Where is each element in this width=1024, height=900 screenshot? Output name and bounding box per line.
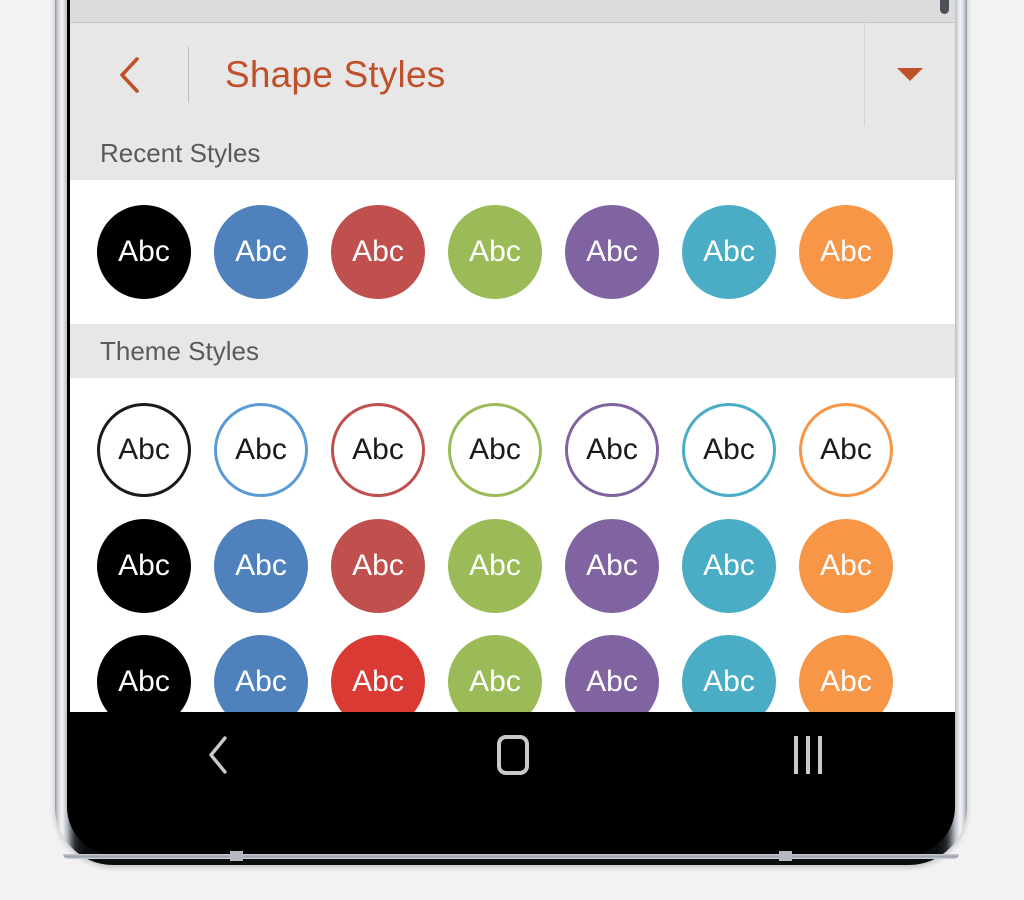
style-chip[interactable]: Abc xyxy=(682,403,776,497)
style-chip-label: Abc xyxy=(820,665,872,698)
style-chip-label: Abc xyxy=(469,665,521,698)
recent-styles-gallery: Abc Abc Abc Abc Abc Abc Abc xyxy=(70,180,955,324)
screenshot-root: Shape Styles Recent Styles Abc Abc Abc A… xyxy=(0,0,1024,900)
style-chip-label: Abc xyxy=(118,549,170,582)
android-navigation-bar xyxy=(70,712,955,797)
page-title: Shape Styles xyxy=(225,53,446,95)
style-chip-label: Abc xyxy=(118,433,170,466)
style-chip-label: Abc xyxy=(118,235,170,268)
style-chip[interactable]: Abc xyxy=(97,403,191,497)
style-chip[interactable]: Abc xyxy=(97,519,191,613)
style-chip[interactable]: Abc xyxy=(682,519,776,613)
style-chip-label: Abc xyxy=(352,433,404,466)
panel-dropdown-button[interactable] xyxy=(865,23,955,126)
style-chip-label: Abc xyxy=(586,665,638,698)
style-chip-label: Abc xyxy=(469,549,521,582)
back-icon xyxy=(208,735,227,774)
style-chip-label: Abc xyxy=(235,433,287,466)
style-chip[interactable]: Abc xyxy=(448,519,542,613)
style-chip-label: Abc xyxy=(703,235,755,268)
section-label-text: Theme Styles xyxy=(100,335,259,366)
theme-styles-gallery: Abc Abc Abc Abc Abc Abc Abc Abc Abc Abc … xyxy=(70,378,955,740)
style-chip-label: Abc xyxy=(469,433,521,466)
style-chip-label: Abc xyxy=(586,433,638,466)
style-chip-label: Abc xyxy=(469,235,521,268)
style-chip-label: Abc xyxy=(586,549,638,582)
shape-styles-panel-header: Shape Styles xyxy=(70,23,955,127)
style-chip[interactable]: Abc xyxy=(214,519,308,613)
style-chip[interactable]: Abc xyxy=(799,519,893,613)
back-button[interactable] xyxy=(70,23,188,126)
style-chip[interactable]: Abc xyxy=(331,519,425,613)
style-chip[interactable]: Abc xyxy=(799,205,893,299)
styles-scroll-area[interactable]: Recent Styles Abc Abc Abc Abc Abc Abc Ab… xyxy=(70,126,955,790)
home-icon xyxy=(496,734,529,775)
style-chip-label: Abc xyxy=(703,665,755,698)
style-chip-label: Abc xyxy=(118,665,170,698)
style-row: Abc Abc Abc Abc Abc Abc Abc xyxy=(70,194,955,310)
style-chip-label: Abc xyxy=(820,549,872,582)
phone-chin-trim xyxy=(63,854,959,859)
style-chip-label: Abc xyxy=(586,235,638,268)
style-chip-label: Abc xyxy=(703,433,755,466)
style-chip[interactable]: Abc xyxy=(331,205,425,299)
style-chip-label: Abc xyxy=(352,549,404,582)
style-chip[interactable]: Abc xyxy=(448,403,542,497)
style-chip-label: Abc xyxy=(235,235,287,268)
antenna-band-right xyxy=(779,851,792,861)
nav-recents-button[interactable] xyxy=(660,712,955,797)
style-chip-label: Abc xyxy=(820,235,872,268)
antenna-band-left xyxy=(230,851,243,861)
style-chip-label: Abc xyxy=(703,549,755,582)
section-header-recent-styles: Recent Styles xyxy=(70,126,955,180)
style-chip[interactable]: Abc xyxy=(565,519,659,613)
style-chip[interactable]: Abc xyxy=(331,403,425,497)
nav-home-button[interactable] xyxy=(365,712,660,797)
style-row: Abc Abc Abc Abc Abc Abc Abc xyxy=(70,508,955,624)
style-chip-label: Abc xyxy=(352,665,404,698)
style-chip[interactable]: Abc xyxy=(97,205,191,299)
style-chip[interactable]: Abc xyxy=(799,403,893,497)
section-label-text: Recent Styles xyxy=(100,137,261,168)
style-chip[interactable]: Abc xyxy=(565,403,659,497)
style-chip-label: Abc xyxy=(235,665,287,698)
style-chip[interactable]: Abc xyxy=(565,205,659,299)
toolbar-strip-above xyxy=(70,0,955,23)
recents-icon xyxy=(793,735,822,774)
section-header-theme-styles: Theme Styles xyxy=(70,324,955,378)
chevron-left-icon xyxy=(120,56,139,93)
app-screen: Shape Styles Recent Styles Abc Abc Abc A… xyxy=(70,0,955,790)
nav-back-button[interactable] xyxy=(70,712,365,797)
caret-down-icon xyxy=(897,68,923,81)
style-chip[interactable]: Abc xyxy=(682,205,776,299)
style-chip[interactable]: Abc xyxy=(448,205,542,299)
style-chip-label: Abc xyxy=(820,433,872,466)
style-chip[interactable]: Abc xyxy=(214,403,308,497)
style-chip-label: Abc xyxy=(352,235,404,268)
vertical-scrollbar-thumb[interactable] xyxy=(940,0,949,14)
style-chip[interactable]: Abc xyxy=(214,205,308,299)
style-chip-label: Abc xyxy=(235,549,287,582)
style-row: Abc Abc Abc Abc Abc Abc Abc xyxy=(70,392,955,508)
